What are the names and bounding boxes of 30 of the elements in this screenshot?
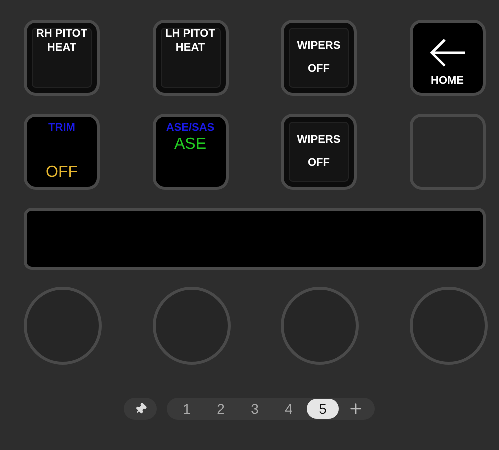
- key-label: OFF: [308, 157, 330, 170]
- key-label: ASE/SAS: [166, 122, 215, 135]
- plus-icon: [348, 401, 364, 417]
- key-label: RH PITOT: [36, 28, 88, 41]
- key-label: HEAT: [176, 42, 206, 54]
- key-label: HEAT: [47, 42, 77, 54]
- key-label: HOME: [431, 75, 464, 88]
- key-label: OFF: [46, 164, 78, 182]
- back-arrow-icon: [428, 38, 466, 68]
- key-button[interactable]: WIPERS OFF: [281, 20, 357, 96]
- page-tab[interactable]: 4: [273, 399, 305, 419]
- key-button[interactable]: RH PITOT HEAT: [24, 20, 100, 96]
- key-label: WIPERS: [297, 134, 341, 147]
- page-tab[interactable]: 1: [171, 399, 203, 419]
- key-label: OFF: [308, 63, 330, 76]
- key-button[interactable]: TRIM OFF: [24, 114, 100, 190]
- touch-strip[interactable]: [24, 208, 486, 270]
- key-button[interactable]: LH PITOT HEAT: [152, 20, 228, 96]
- page-tab[interactable]: 5: [307, 399, 339, 419]
- key-button[interactable]: ASE/SAS ASE: [152, 114, 228, 190]
- key-label: TRIM: [48, 122, 76, 135]
- page-tab[interactable]: 2: [205, 399, 237, 419]
- page-tab[interactable]: 3: [239, 399, 271, 419]
- key-label: ASE: [174, 136, 206, 154]
- pin-button[interactable]: [124, 398, 157, 420]
- key-button[interactable]: WIPERS OFF: [281, 114, 357, 190]
- key-label: WIPERS: [297, 40, 341, 53]
- empty-key[interactable]: [410, 114, 486, 190]
- home-button[interactable]: HOME: [410, 20, 486, 96]
- key-label: LH PITOT: [166, 28, 216, 41]
